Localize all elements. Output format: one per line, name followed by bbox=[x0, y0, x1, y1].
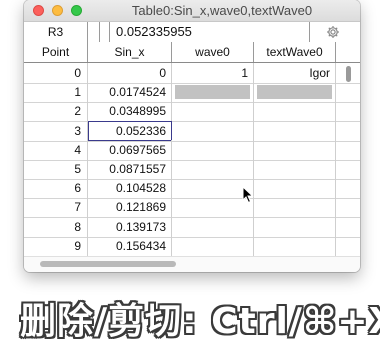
entry-line: R3 0.052335955 bbox=[24, 22, 360, 43]
minimize-button[interactable] bbox=[52, 5, 63, 16]
table-row: 8 0.139173 bbox=[24, 216, 360, 238]
column-header-wave0[interactable]: wave0 bbox=[172, 42, 254, 62]
table-row: 1 0.0174524 bbox=[24, 82, 360, 104]
table-row: 9 0.156434 bbox=[24, 235, 360, 257]
gear-icon bbox=[327, 26, 339, 38]
table-row: 4 0.0697565 bbox=[24, 139, 360, 161]
wave0-cell[interactable] bbox=[172, 120, 254, 141]
textwave0-cell[interactable] bbox=[254, 139, 336, 160]
horizontal-scrollbar[interactable] bbox=[40, 261, 176, 267]
close-button[interactable] bbox=[33, 5, 44, 16]
blank-cell[interactable] bbox=[336, 82, 360, 102]
sin-x-cell[interactable]: 0.0871557 bbox=[88, 159, 172, 179]
vertical-scrollbar[interactable] bbox=[346, 66, 351, 82]
textwave0-cell[interactable] bbox=[254, 82, 336, 103]
textwave0-cell[interactable] bbox=[254, 235, 336, 256]
sin-x-cell[interactable]: 0.0174524 bbox=[88, 82, 172, 103]
blank-cell[interactable] bbox=[336, 140, 360, 160]
table-row: 2 0.0348995 bbox=[24, 101, 360, 123]
row-point-cell[interactable]: 3 bbox=[24, 120, 88, 141]
shortcut-caption: 删除/剪切: Ctrl/⌘+X bbox=[20, 301, 380, 342]
row-point-cell[interactable]: 4 bbox=[24, 139, 88, 160]
textwave0-cell[interactable]: Igor bbox=[254, 63, 336, 83]
wave0-cell[interactable] bbox=[172, 139, 254, 160]
blank-cell[interactable] bbox=[336, 178, 360, 198]
textwave0-cell[interactable] bbox=[254, 120, 336, 141]
column-header-row: Point Sin_x wave0 textWave0 bbox=[24, 42, 360, 63]
textwave0-cell[interactable] bbox=[254, 101, 336, 122]
row-point-cell[interactable]: 6 bbox=[24, 178, 88, 199]
table-window: Table0:Sin_x,wave0,textWave0 R3 0.052335… bbox=[24, 0, 360, 272]
column-header-point[interactable]: Point bbox=[24, 42, 88, 62]
wave0-cell[interactable] bbox=[172, 235, 254, 256]
textwave0-cell[interactable] bbox=[254, 178, 336, 199]
sin-x-cell[interactable]: 0.156434 bbox=[88, 235, 172, 256]
sin-x-cell[interactable]: 0.0697565 bbox=[88, 139, 172, 160]
row-point-cell[interactable]: 2 bbox=[24, 101, 88, 122]
target-cell-label: R3 bbox=[24, 22, 88, 42]
table-row: 0 0 1 Igor bbox=[24, 63, 360, 84]
cancel-box[interactable] bbox=[100, 22, 110, 42]
window-title: Table0:Sin_x,wave0,textWave0 bbox=[131, 3, 313, 18]
settings-button[interactable] bbox=[310, 22, 360, 42]
column-header-blank bbox=[336, 42, 360, 62]
wave0-cell[interactable] bbox=[172, 159, 254, 179]
table-row: 5 0.0871557 bbox=[24, 159, 360, 180]
textwave0-cell[interactable] bbox=[254, 197, 336, 218]
blank-cell[interactable] bbox=[336, 236, 360, 256]
row-point-cell[interactable]: 1 bbox=[24, 82, 88, 103]
maximize-button[interactable] bbox=[71, 5, 82, 16]
wave0-cell[interactable] bbox=[172, 101, 254, 122]
sin-x-cell[interactable]: 0.0348995 bbox=[88, 101, 172, 122]
row-point-cell[interactable]: 0 bbox=[24, 63, 88, 83]
blank-cell[interactable] bbox=[336, 197, 360, 217]
row-point-cell[interactable]: 7 bbox=[24, 197, 88, 218]
sin-x-cell[interactable]: 0.121869 bbox=[88, 197, 172, 218]
column-header-sin-x[interactable]: Sin_x bbox=[88, 42, 172, 62]
row-point-cell[interactable]: 5 bbox=[24, 159, 88, 179]
accept-box[interactable] bbox=[88, 22, 100, 42]
screen: Table0:Sin_x,wave0,textWave0 R3 0.052335… bbox=[0, 0, 380, 354]
row-point-cell[interactable]: 9 bbox=[24, 235, 88, 256]
table-row: 6 0.104528 bbox=[24, 178, 360, 200]
table-row: 7 0.121869 bbox=[24, 197, 360, 219]
textwave0-cell[interactable] bbox=[254, 159, 336, 179]
sin-x-cell[interactable]: 0.104528 bbox=[88, 178, 172, 199]
entry-value-field[interactable]: 0.052335955 bbox=[110, 22, 310, 42]
sin-x-cell[interactable]: 0.139173 bbox=[88, 216, 172, 237]
sin-x-cell[interactable]: 0.052336 bbox=[88, 120, 172, 141]
wave0-cell[interactable] bbox=[172, 82, 254, 103]
table-row: 3 0.052336 bbox=[24, 120, 360, 142]
column-header-textwave0[interactable]: textWave0 bbox=[254, 42, 336, 62]
row-point-cell[interactable]: 8 bbox=[24, 216, 88, 237]
wave0-cell[interactable] bbox=[172, 216, 254, 237]
horizontal-scroll-track bbox=[24, 256, 360, 272]
blank-cell[interactable] bbox=[336, 121, 360, 141]
mouse-pointer-icon bbox=[242, 186, 254, 204]
title-bar[interactable]: Table0:Sin_x,wave0,textWave0 bbox=[24, 0, 360, 22]
blank-cell[interactable] bbox=[336, 217, 360, 237]
blank-cell[interactable] bbox=[336, 159, 360, 179]
textwave0-cell[interactable] bbox=[254, 216, 336, 237]
table-body: 0 0 1 Igor 1 0.0174524 2 0.0348995 3 0.052336 4 0.0… bbox=[24, 63, 360, 257]
wave0-cell[interactable]: 1 bbox=[172, 63, 254, 83]
blank-cell[interactable] bbox=[336, 101, 360, 121]
sin-x-cell[interactable]: 0 bbox=[88, 63, 172, 83]
